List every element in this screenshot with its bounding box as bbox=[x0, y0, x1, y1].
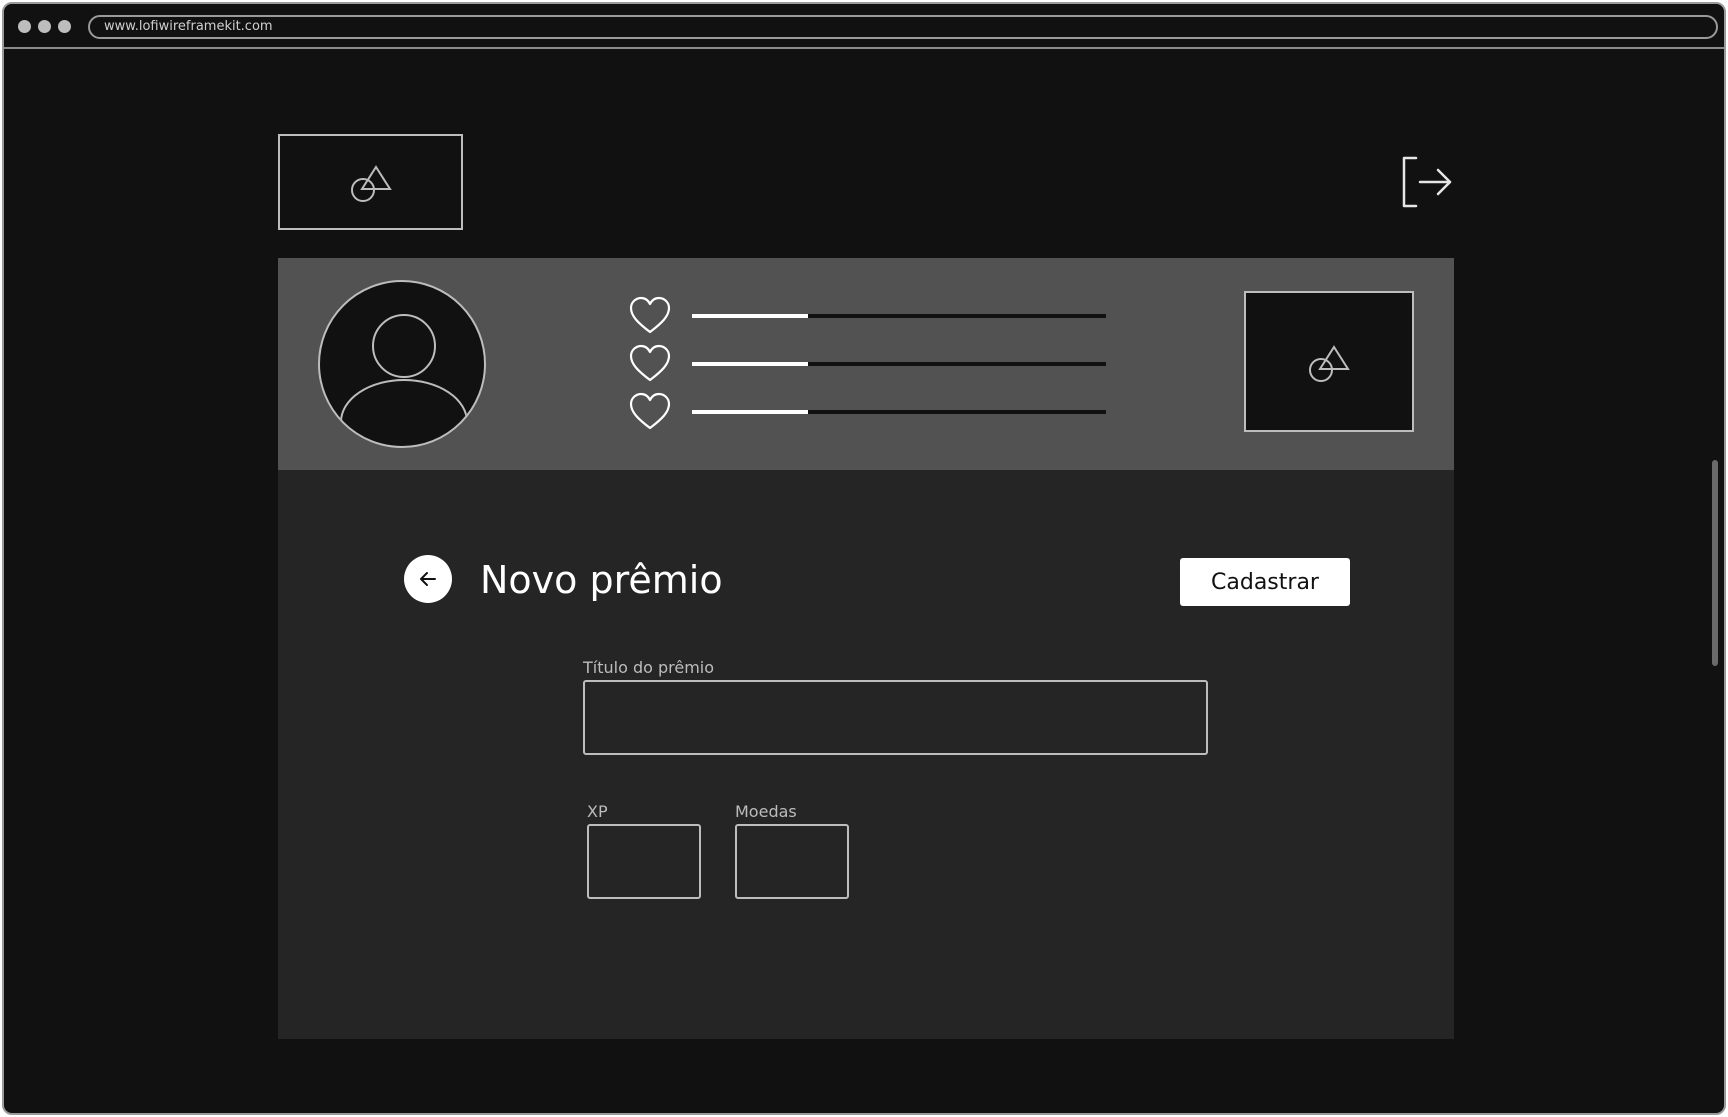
address-bar[interactable]: www.lofiwireframekit.com bbox=[88, 15, 1718, 39]
stat-progress-fill bbox=[692, 362, 808, 366]
logo-placeholder[interactable] bbox=[278, 134, 463, 230]
xp-label: XP bbox=[587, 802, 608, 821]
logout-icon[interactable] bbox=[1400, 156, 1454, 208]
browser-window: www.lofiwireframekit.com Novo prêmio Cad… bbox=[2, 2, 1726, 1115]
profile-summary bbox=[278, 258, 1454, 470]
stat-progress-fill bbox=[692, 314, 808, 318]
stat-progress-track bbox=[692, 362, 1106, 366]
stat-row bbox=[628, 294, 1108, 338]
heart-icon bbox=[629, 296, 671, 334]
image-placeholder-icon bbox=[351, 165, 392, 202]
image-placeholder-icon bbox=[1309, 345, 1350, 382]
coins-input[interactable] bbox=[735, 824, 849, 899]
heart-icon bbox=[629, 344, 671, 382]
stat-progress-fill bbox=[692, 410, 808, 414]
register-button[interactable]: Cadastrar bbox=[1180, 558, 1350, 606]
window-close-dot[interactable] bbox=[18, 20, 31, 33]
heart-icon bbox=[629, 392, 671, 430]
xp-input[interactable] bbox=[587, 824, 701, 899]
reward-title-input[interactable] bbox=[583, 680, 1208, 755]
new-reward-panel: Novo prêmio Cadastrar Título do prêmio X… bbox=[278, 470, 1454, 1039]
side-image-placeholder[interactable] bbox=[1244, 291, 1414, 432]
page-title: Novo prêmio bbox=[480, 558, 723, 602]
stat-progress-track bbox=[692, 410, 1106, 414]
browser-toolbar: www.lofiwireframekit.com bbox=[4, 4, 1724, 49]
user-avatar-icon bbox=[340, 314, 468, 446]
coins-label: Moedas bbox=[735, 802, 797, 821]
window-minimize-dot[interactable] bbox=[38, 20, 51, 33]
avatar[interactable] bbox=[318, 280, 486, 448]
reward-title-label: Título do prêmio bbox=[583, 658, 715, 677]
window-maximize-dot[interactable] bbox=[58, 20, 71, 33]
page-scrollbar[interactable] bbox=[1712, 460, 1718, 666]
address-text: www.lofiwireframekit.com bbox=[104, 19, 273, 34]
arrow-left-icon bbox=[420, 572, 436, 586]
stat-row bbox=[628, 390, 1108, 434]
back-button[interactable] bbox=[404, 555, 452, 603]
stat-progress-track bbox=[692, 314, 1106, 318]
stat-row bbox=[628, 342, 1108, 386]
